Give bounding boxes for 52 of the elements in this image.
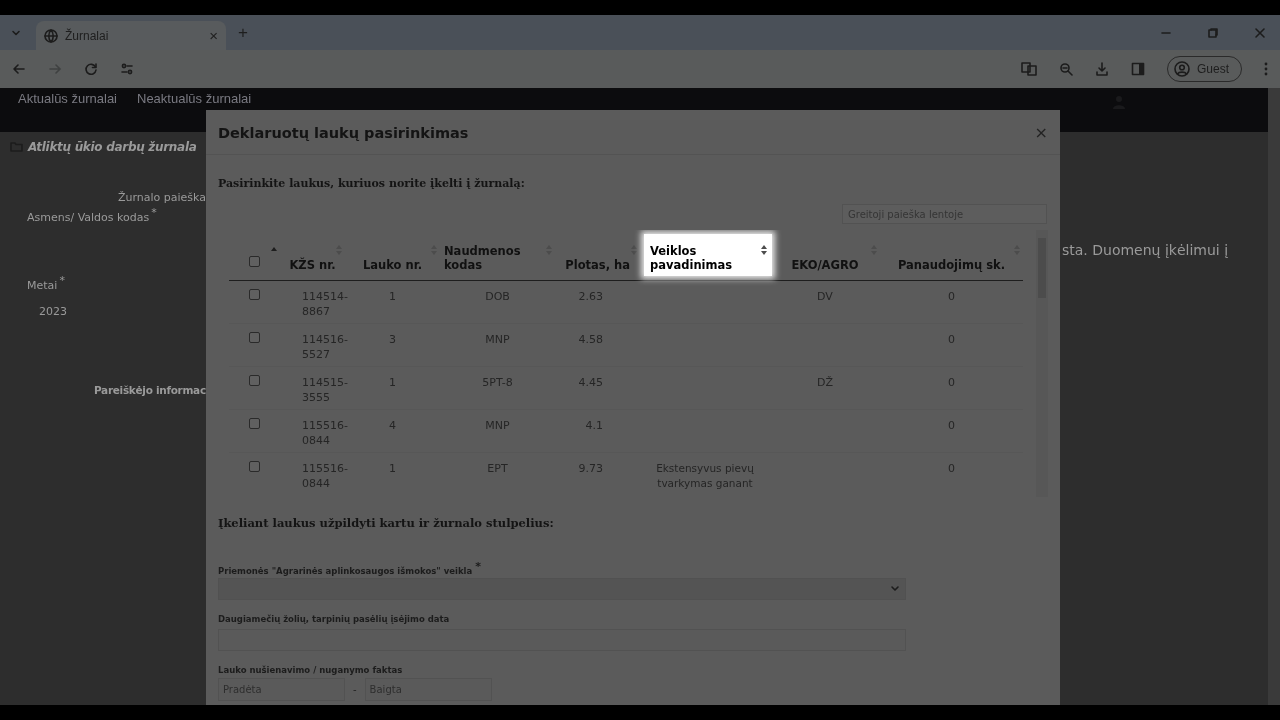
- browser-tab[interactable]: Žurnalai ×: [36, 21, 226, 50]
- page-heading: Atliktų ūkio darbų žurnala: [28, 140, 197, 154]
- checkbox[interactable]: [249, 331, 260, 343]
- checkbox[interactable]: [249, 374, 260, 386]
- range-separator: -: [353, 683, 357, 695]
- section-title: Pareiškėjo informac: [94, 384, 206, 397]
- section-title: Įkeliant laukus užpildyti kartu ir žurnalo stulpelius:: [218, 516, 555, 530]
- field-label: Daugiamečių žolių, tarpinių pasėlių įsėjimo data: [218, 613, 450, 624]
- notice-text: sta. Duomenų įkėlimui į: [1062, 242, 1230, 258]
- required-mark: *: [59, 273, 65, 287]
- globe-icon: [44, 28, 58, 43]
- section-title: Žurnalo paieška: [116, 191, 206, 204]
- close-tab-button[interactable]: ×: [209, 28, 218, 43]
- nav-link[interactable]: Neaktualūs žurnalai: [137, 91, 252, 106]
- restore-icon[interactable]: [1207, 26, 1219, 39]
- new-tab-button[interactable]: +: [238, 22, 248, 43]
- close-window-icon[interactable]: [1254, 26, 1266, 39]
- column-header[interactable]: KŽS nr.: [289, 257, 336, 272]
- checkbox[interactable]: [249, 460, 260, 472]
- avatar-icon: [1174, 61, 1190, 77]
- column-header[interactable]: Panaudojimų sk.: [897, 257, 1006, 272]
- checkbox[interactable]: [249, 417, 260, 429]
- required-mark: *: [475, 560, 481, 573]
- modal-title: Deklaruotų laukų pasirinkimas: [218, 124, 470, 141]
- field-label: Metai: [27, 278, 58, 292]
- year-field[interactable]: 2023: [39, 305, 79, 319]
- back-icon[interactable]: [12, 62, 26, 76]
- column-header[interactable]: Naudmenos kodas: [444, 243, 534, 272]
- sort-icon[interactable]: [760, 244, 768, 256]
- translate-icon[interactable]: [1021, 62, 1037, 76]
- column-header[interactable]: EKO/AGRO: [791, 257, 859, 272]
- instruction-text: Pasirinkite laukus, kuriuos norite įkelti į žurnalą:: [218, 177, 526, 190]
- checkbox[interactable]: [249, 288, 260, 300]
- forward-icon[interactable]: [48, 62, 62, 76]
- close-button[interactable]: ×: [1034, 123, 1048, 142]
- chevron-down-icon: [890, 584, 900, 593]
- field-label: Asmens/ Valdos kodas: [27, 210, 150, 224]
- scrollbar[interactable]: [1268, 88, 1280, 705]
- field-label: Priemonės "Agrarinės aplinkosaugos išmokos" veikla: [218, 565, 473, 576]
- checkbox[interactable]: [249, 255, 260, 267]
- side-panel-icon[interactable]: [1131, 62, 1145, 76]
- zoom-out-icon[interactable]: [1059, 62, 1073, 76]
- reload-icon[interactable]: [84, 62, 98, 76]
- highlighted-column-header[interactable]: Veiklos pavadinimas: [644, 233, 772, 276]
- field-label: Lauko nušienavimo / nuganymo faktas: [218, 664, 403, 675]
- nav-link[interactable]: Aktualūs žurnalai: [18, 91, 117, 106]
- column-header[interactable]: Lauko nr.: [362, 257, 423, 272]
- download-icon[interactable]: [1095, 62, 1109, 76]
- site-settings-icon[interactable]: [120, 62, 134, 76]
- column-header[interactable]: Plotas, ha: [565, 257, 630, 272]
- required-mark: *: [151, 206, 157, 219]
- more-icon[interactable]: [1264, 62, 1268, 76]
